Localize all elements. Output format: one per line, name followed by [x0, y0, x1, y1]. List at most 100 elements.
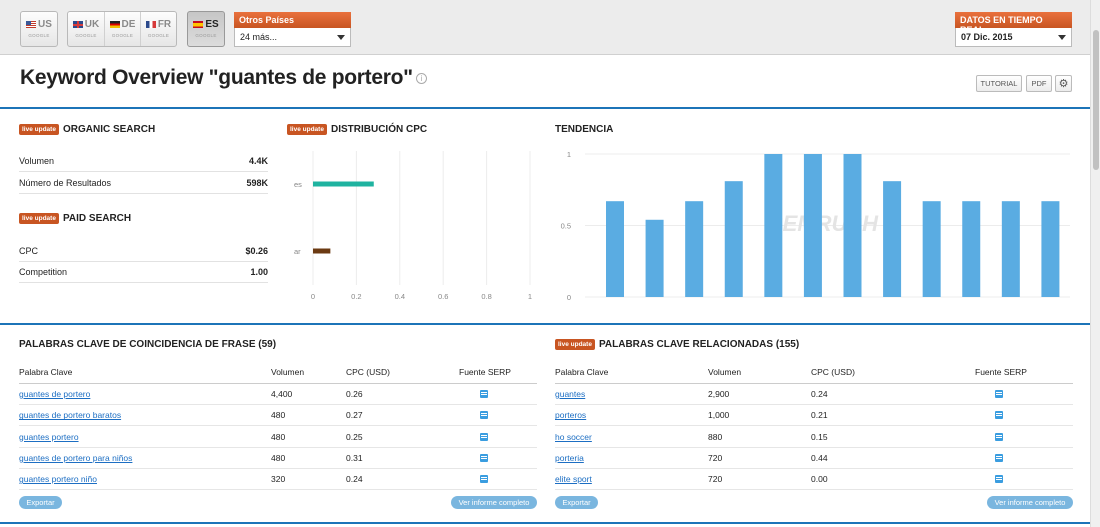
de-flag-icon — [109, 21, 120, 28]
cpc-bar — [313, 181, 374, 187]
trend-bar — [645, 219, 664, 297]
organic-row-results: Número de Resultados 598K — [19, 172, 268, 194]
keyword-link[interactable]: guantes de portero baratos — [19, 410, 121, 420]
paid-search-title: live update PAID SEARCH — [19, 213, 131, 224]
cpc-cell: 0.21 — [811, 410, 828, 421]
row-divider — [555, 425, 1073, 427]
tutorial-button[interactable]: TUTORIAL — [976, 75, 1022, 92]
keyword-link[interactable]: guantes de portero para niños — [19, 453, 132, 463]
keyword-link[interactable]: porteria — [555, 453, 584, 463]
serp-icon[interactable] — [995, 432, 1003, 441]
trend-title: TENDENCIA — [555, 124, 614, 135]
export-button[interactable]: Exportar — [19, 496, 62, 509]
serp-icon[interactable] — [995, 390, 1003, 398]
keyword-link[interactable]: ho soccer — [555, 432, 592, 442]
keyword-link[interactable]: guantes — [555, 389, 585, 399]
info-icon[interactable]: i — [415, 72, 427, 84]
cpc-cell: 0.31 — [346, 452, 363, 463]
us-flag-icon — [26, 21, 37, 28]
trend-y-tick-label: 0 — [567, 293, 571, 302]
serp-icon[interactable] — [480, 411, 488, 420]
col-cpc: CPC (USD) — [346, 367, 390, 377]
other-countries-label: Otros Países — [234, 12, 351, 28]
realtime-date-dropdown[interactable]: DATOS EN TIEMPO REAL 07 Dic. 2015 — [955, 12, 1072, 47]
page-title: Keyword Overview "guantes de portero" i — [20, 66, 427, 90]
cpc-x-tick-label: 1 — [528, 292, 532, 301]
serp-icon[interactable] — [480, 390, 488, 398]
row-divider — [555, 467, 1073, 469]
volume-cell: 4,400 — [271, 389, 293, 399]
semrush-watermark: SEMRUSH — [768, 211, 879, 236]
col-keyword: Palabra Clave — [19, 367, 73, 377]
row-divider — [19, 467, 537, 469]
uk-flag-icon — [72, 21, 83, 28]
serp-icon[interactable] — [480, 432, 488, 441]
chevron-down-icon — [1058, 34, 1066, 40]
trend-bar — [685, 201, 704, 297]
cpc-x-tick-label: 0.6 — [438, 292, 448, 301]
col-serp: Fuente SERP — [459, 367, 511, 377]
realtime-label: DATOS EN TIEMPO REAL — [955, 12, 1072, 35]
page-scrollbar[interactable] — [1090, 0, 1100, 527]
db-es-button[interactable]: ES GOOGLE — [187, 11, 225, 47]
col-serp: Fuente SERP — [975, 367, 1027, 377]
row-divider — [19, 446, 537, 448]
volume-cell: 2,900 — [708, 389, 730, 399]
cpc-cell: 0.00 — [811, 474, 828, 485]
row-divider — [19, 404, 537, 405]
cpc-cell: 0.26 — [346, 389, 363, 399]
db-uk-button[interactable]: UK GOOGLE — [68, 12, 104, 46]
col-volume: Volumen — [708, 367, 742, 377]
volume-cell: 1,000 — [708, 410, 730, 421]
cpc-cell: 0.25 — [346, 431, 363, 442]
db-fr-button[interactable]: FR GOOGLE — [140, 12, 176, 46]
scrollbar-thumb[interactable] — [1093, 30, 1099, 170]
keyword-link[interactable]: porteros — [555, 410, 586, 420]
pdf-button[interactable]: PDF — [1026, 75, 1052, 92]
row-divider — [555, 489, 1073, 491]
gear-icon[interactable]: ⚙ — [1055, 75, 1072, 92]
volume-cell: 480 — [271, 431, 286, 442]
trend-bar — [1041, 201, 1060, 297]
live-update-badge: live update — [19, 124, 59, 135]
live-update-badge: live update — [287, 124, 327, 135]
db-us-button[interactable]: US GOOGLE — [20, 11, 58, 47]
volume-cell: 720 — [708, 474, 723, 485]
organic-search-title: live update ORGANIC SEARCH — [19, 124, 155, 135]
section-divider — [0, 323, 1090, 325]
full-report-button[interactable]: Ver informe completo — [451, 496, 537, 509]
db-de-button[interactable]: DE GOOGLE — [104, 12, 140, 46]
volume-cell: 480 — [271, 452, 286, 463]
cpc-cell: 0.24 — [346, 474, 363, 485]
section-divider — [0, 107, 1090, 109]
keyword-link[interactable]: guantes portero niño — [19, 474, 97, 484]
section-divider — [0, 522, 1090, 524]
live-update-badge: live update — [555, 339, 595, 350]
col-cpc: CPC (USD) — [811, 367, 855, 377]
volume-cell: 720 — [708, 452, 723, 463]
trend-bar — [724, 181, 743, 297]
es-flag-icon — [193, 21, 204, 28]
table-header-line — [19, 383, 537, 384]
other-countries-select[interactable]: 24 más... — [234, 28, 351, 47]
serp-icon[interactable] — [480, 453, 488, 462]
organic-row-volume: Volumen 4.4K — [19, 150, 268, 172]
serp-icon[interactable] — [995, 453, 1003, 462]
cpc-cell: 0.27 — [346, 410, 363, 421]
fr-flag-icon — [145, 21, 156, 28]
cpc-cell: 0.24 — [811, 389, 828, 399]
other-countries-dropdown[interactable]: Otros Países 24 más... — [234, 12, 351, 47]
col-volume: Volumen — [271, 367, 305, 377]
volume-cell: 480 — [271, 410, 286, 421]
keyword-link[interactable]: guantes portero — [19, 432, 79, 442]
table-header-line — [555, 383, 1073, 384]
export-button[interactable]: Exportar — [555, 496, 598, 509]
serp-icon[interactable] — [995, 475, 1003, 484]
cpc-x-tick-label: 0.8 — [481, 292, 491, 301]
keyword-link[interactable]: guantes de portero — [19, 389, 90, 399]
trend-bar — [922, 201, 941, 297]
serp-icon[interactable] — [480, 475, 488, 484]
serp-icon[interactable] — [995, 411, 1003, 420]
full-report-button[interactable]: Ver informe completo — [987, 496, 1073, 509]
keyword-link[interactable]: elite sport — [555, 474, 592, 484]
